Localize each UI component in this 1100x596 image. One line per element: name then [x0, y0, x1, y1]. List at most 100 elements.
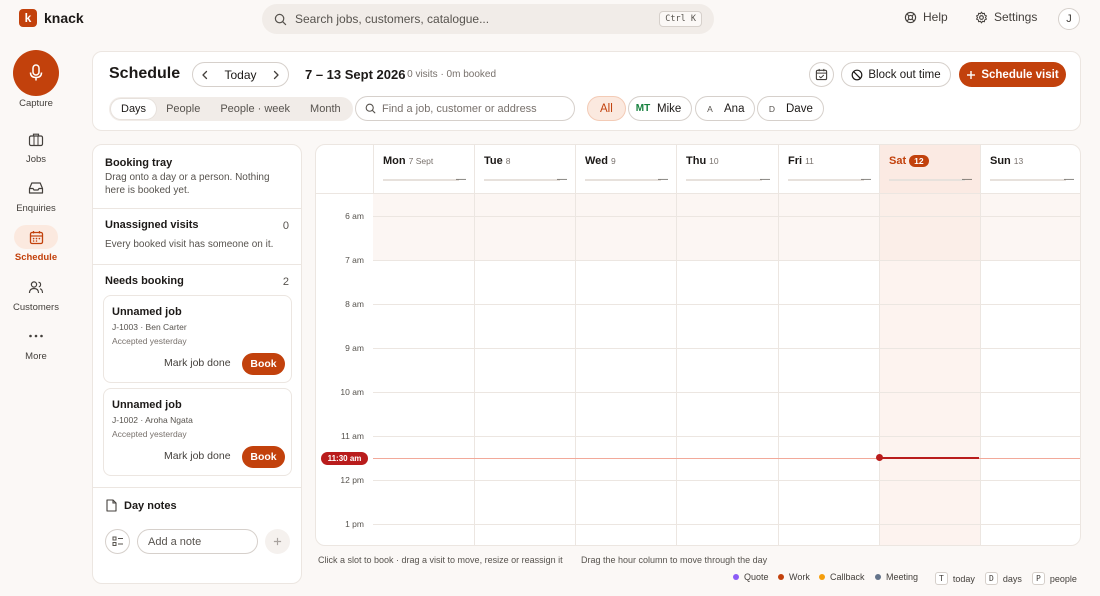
mark-job-done-button[interactable]: Mark job done — [164, 450, 231, 462]
day-booked-value: — — [456, 174, 466, 185]
job-reference: J-1003 · Ben Carter — [112, 322, 187, 332]
nav-item-customers[interactable]: Customers — [0, 275, 72, 313]
day-label: Wed — [585, 155, 609, 167]
day-header-sat[interactable]: Sat 12 — — [879, 145, 980, 194]
avatar: D — [768, 103, 776, 114]
microphone-icon — [28, 64, 44, 82]
nav-item-jobs[interactable]: Jobs — [0, 127, 72, 165]
day-column-divider — [474, 194, 475, 545]
tab-people[interactable]: People — [156, 99, 210, 119]
job-card[interactable]: Unnamed job J-1002 · Aroha Ngata Accepte… — [103, 388, 292, 476]
mark-job-done-button[interactable]: Mark job done — [164, 357, 231, 369]
day-header-wed[interactable]: Wed 9 — — [575, 145, 676, 194]
day-header-mon[interactable]: Mon 7 Sept — — [373, 145, 474, 194]
day-name: Tue 8 — [484, 155, 510, 167]
search-icon — [365, 103, 376, 114]
nav-label: Jobs — [25, 154, 47, 165]
book-button[interactable]: Book — [242, 353, 285, 375]
block-out-time-button[interactable]: Block out time — [841, 62, 951, 87]
booking-tray: Booking tray Drag onto a day or a person… — [92, 144, 302, 584]
day-name: Mon 7 Sept — [383, 155, 433, 167]
capture-button[interactable] — [13, 50, 59, 96]
day-date: 11 — [805, 156, 814, 166]
logo-mark: k — [19, 9, 37, 27]
legend-dot — [778, 574, 784, 580]
calendar-check-icon — [815, 68, 828, 81]
note-input[interactable] — [137, 529, 258, 554]
day-booked-value: — — [962, 174, 972, 185]
unassigned-title: Unassigned visits — [105, 219, 199, 231]
unassigned-count: 0 — [282, 220, 289, 232]
date-navigator: Today — [192, 62, 289, 87]
filter-mike[interactable]: MT Mike — [628, 96, 693, 121]
app-name: knack — [44, 10, 84, 26]
filter-ana[interactable]: A Ana — [695, 96, 756, 121]
tab-days[interactable]: Days — [111, 99, 157, 119]
book-button[interactable]: Book — [242, 446, 285, 468]
current-time-line-today — [882, 457, 979, 459]
legend-label: Quote — [744, 572, 769, 582]
tab-people-week[interactable]: People · week — [210, 99, 300, 119]
note-icon — [106, 499, 117, 512]
note-composer — [105, 529, 291, 555]
nav-item-more[interactable]: More — [0, 324, 72, 362]
hour-label: 9 am — [345, 343, 364, 353]
search-shortcut: Ctrl K — [659, 11, 702, 27]
day-header-sun[interactable]: Sun 13 — — [980, 145, 1080, 194]
nav-item-schedule[interactable]: Schedule — [0, 225, 72, 263]
calendar-sync-button[interactable] — [809, 62, 834, 87]
hour-label: 12 pm — [340, 475, 364, 485]
legend-meeting: Meeting — [875, 572, 918, 582]
day-column-divider — [879, 194, 880, 545]
add-note-button[interactable] — [265, 529, 290, 554]
hour-gridline — [373, 260, 1080, 261]
day-column-divider — [778, 194, 779, 545]
more-icon — [14, 324, 58, 348]
legend-callback: Callback — [819, 572, 865, 582]
week-calendar[interactable]: Mon 7 Sept — Tue 8— Wed 9— Thu 10— Fri 11— Sat 12— Su… — [315, 144, 1081, 546]
note-template-button[interactable] — [105, 529, 130, 554]
needs-booking-count: 2 — [282, 276, 289, 288]
day-header-fri[interactable]: Fri 11 — — [778, 145, 879, 194]
hour-label: 1 pm — [345, 519, 364, 529]
day-name: Fri 11 — [788, 155, 814, 167]
today-badge: 12 — [909, 155, 929, 167]
current-time-badge: 11:30 am — [321, 452, 368, 465]
job-reference: J-1002 · Aroha Ngata — [112, 415, 193, 425]
calendar-hint-secondary: Drag the hour column to move through the… — [581, 555, 768, 565]
day-date: 10 — [709, 156, 719, 166]
global-search[interactable]: Ctrl K — [262, 4, 714, 34]
current-time-dot — [876, 454, 883, 461]
chevron-right-icon[interactable] — [272, 70, 280, 80]
job-card[interactable]: Unnamed job J-1003 · Ben Carter Accepted… — [103, 295, 292, 383]
nav-item-enquiries[interactable]: Enquiries — [0, 176, 72, 214]
day-capacity-bar — [585, 179, 661, 181]
users-icon — [14, 275, 58, 299]
date-range: 7 – 13 Sept 2026 — [305, 67, 406, 82]
schedule-visit-button[interactable]: Schedule visit — [959, 62, 1066, 87]
shortcut-days: D days — [985, 572, 1022, 585]
day-header-tue[interactable]: Tue 8 — — [474, 145, 575, 194]
nav-label: Enquiries — [16, 203, 56, 214]
today-button[interactable]: Today — [224, 68, 256, 82]
shortcut-people: P people — [1032, 572, 1077, 585]
settings-button[interactable]: Settings — [975, 10, 1037, 24]
day-notes-header: Day notes — [106, 499, 177, 512]
day-header-thu[interactable]: Thu 10 — — [676, 145, 778, 194]
plus-icon — [966, 70, 976, 80]
range-summary: · 0 visits · 0m booked — [401, 69, 497, 80]
help-button[interactable]: Help — [904, 10, 948, 24]
find-input[interactable] — [382, 102, 565, 115]
tab-month[interactable]: Month — [300, 99, 351, 119]
shortcut-key: P — [1032, 572, 1045, 585]
checklist-icon — [112, 536, 124, 547]
search-icon — [274, 13, 287, 26]
user-avatar[interactable]: J — [1058, 8, 1080, 30]
nav-label: Customers — [13, 302, 59, 313]
find-box[interactable] — [355, 96, 575, 121]
filter-all[interactable]: All — [587, 96, 626, 121]
search-input[interactable] — [295, 12, 652, 26]
app-logo[interactable]: k knack — [19, 9, 84, 27]
filter-dave[interactable]: D Dave — [757, 96, 824, 121]
chevron-left-icon[interactable] — [201, 70, 209, 80]
